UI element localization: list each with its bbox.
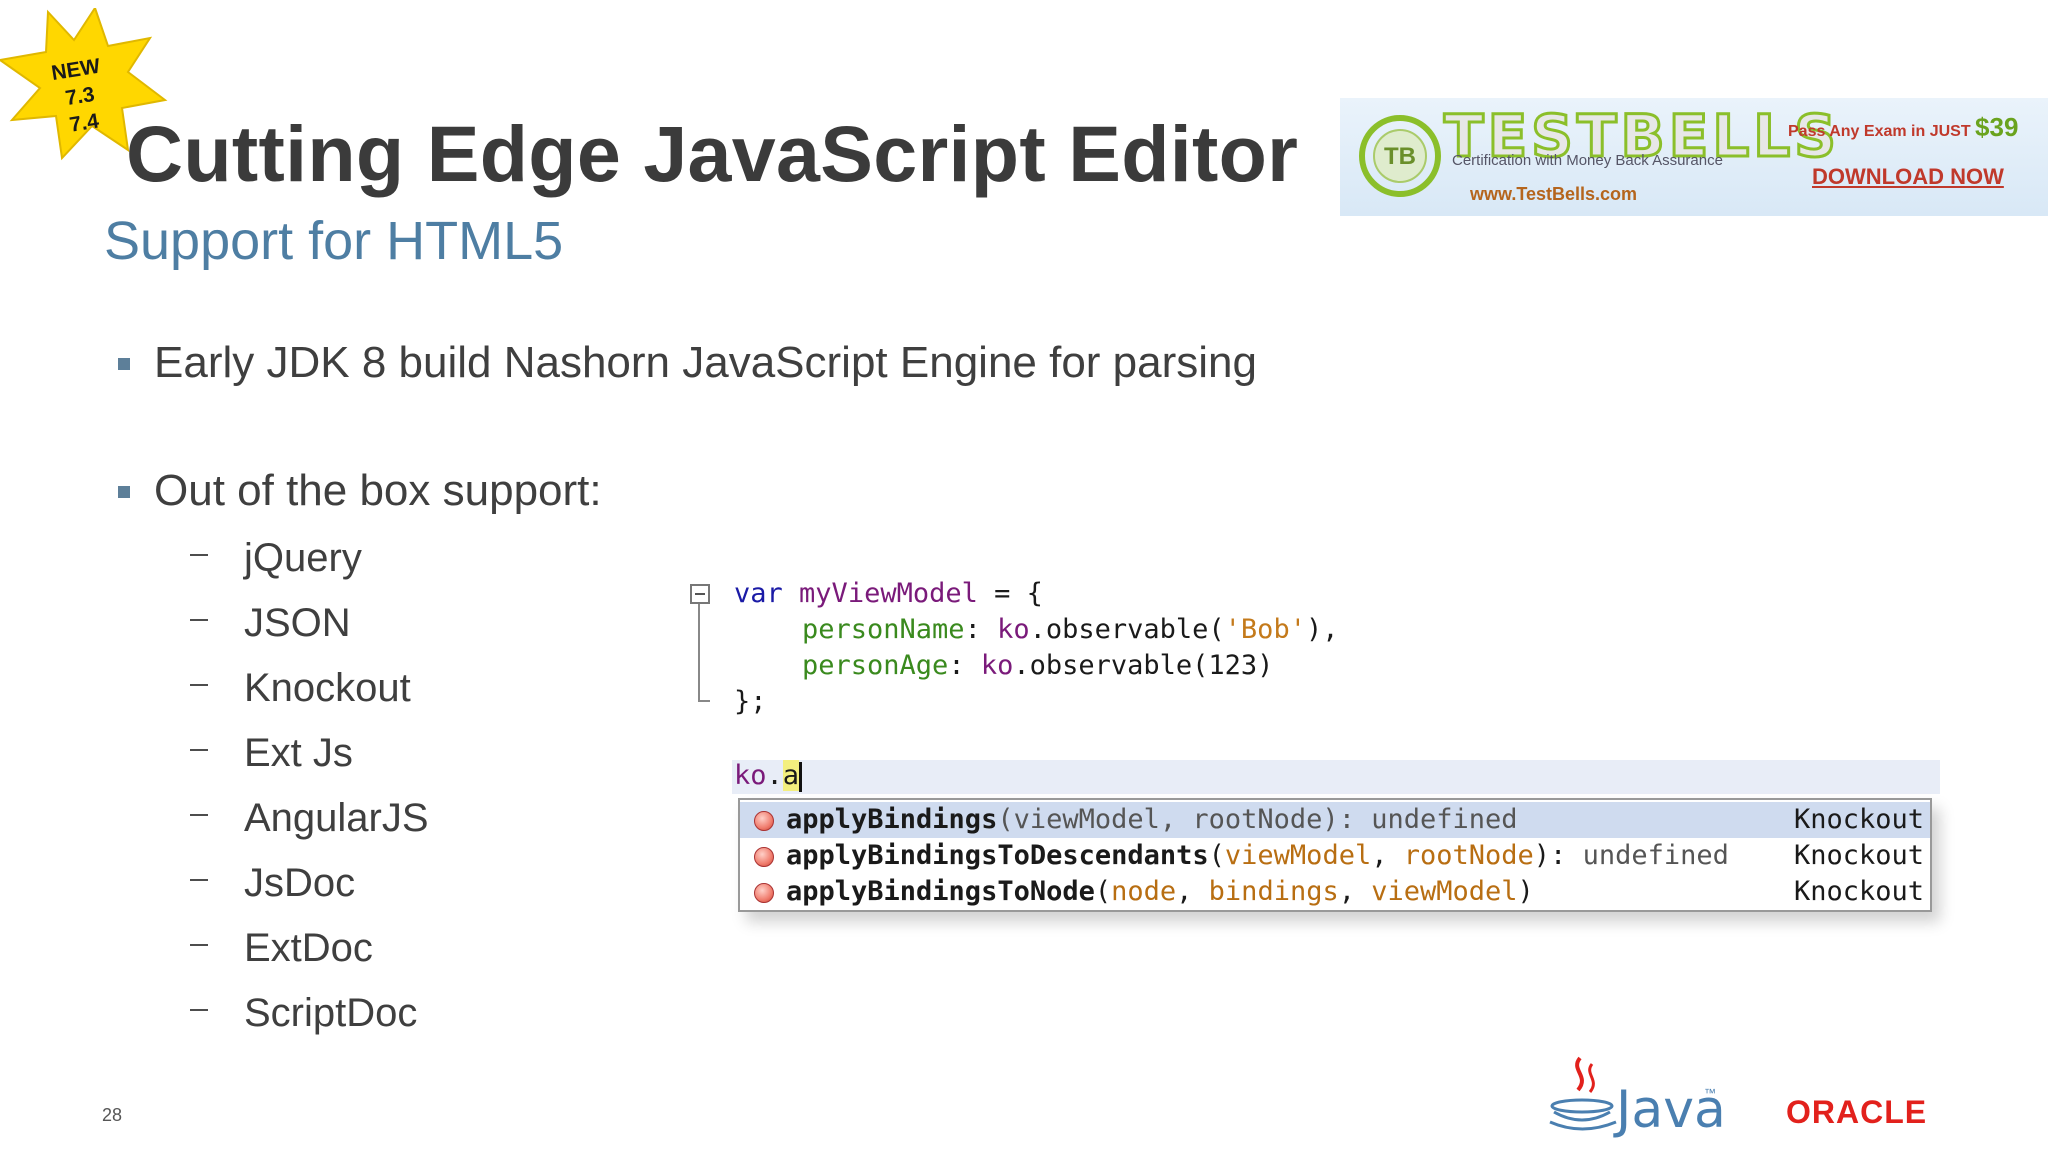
editor-current-line[interactable]: [732, 760, 1940, 794]
text-caret: [799, 761, 803, 792]
bullet-marker: [118, 486, 130, 498]
testbells-logo-icon: TB: [1359, 115, 1441, 197]
badge-text: NEW 7.3 7.4: [49, 54, 102, 137]
ad-url[interactable]: www.TestBells.com: [1470, 184, 1637, 205]
fold-guide-end: [698, 700, 710, 702]
code-completion-popup[interactable]: applyBindings(viewModel, rootNode): unde…: [738, 798, 1932, 912]
method-icon: [754, 811, 774, 831]
oracle-logo: ORACLE: [1786, 1094, 1928, 1130]
slide-title: Cutting Edge JavaScript Editor: [126, 109, 1299, 198]
page-number: 28: [102, 1105, 123, 1125]
ad-tagline: Certification with Money Back Assurance: [1452, 152, 1723, 169]
fold-guide-line: [698, 604, 700, 700]
dash-marker: [190, 684, 208, 686]
code-line-4: };: [734, 686, 767, 717]
dash-marker: [190, 749, 208, 751]
completion-item[interactable]: applyBindingsToNode(node, bindings, view…: [740, 874, 1930, 910]
completion-item[interactable]: applyBindings(viewModel, rootNode): unde…: [740, 802, 1930, 838]
code-line-3: personAge: ko.observable(123): [802, 650, 1274, 681]
bullet-marker: [118, 358, 130, 370]
fold-collapse-icon[interactable]: [690, 584, 710, 604]
method-icon: [754, 847, 774, 867]
svg-text:TB: TB: [1384, 143, 1416, 170]
ad-banner[interactable]: TB TESTBELLS Certification with Money Ba…: [1340, 98, 2048, 216]
download-now-link[interactable]: DOWNLOAD NOW: [1812, 164, 2004, 190]
dash-marker: [190, 814, 208, 816]
code-line-1: var myViewModel = {: [734, 578, 1043, 609]
dash-marker: [190, 554, 208, 556]
java-trademark: ™: [1704, 1086, 1716, 1100]
dash-marker: [190, 1009, 208, 1011]
bullet-text: Out of the box support:: [154, 466, 602, 515]
dash-marker: [190, 619, 208, 621]
code-input-line[interactable]: ko.a: [734, 760, 803, 792]
method-icon: [754, 883, 774, 903]
ad-pass-text: Pass Any Exam in JUST $39: [1788, 112, 2019, 142]
dash-marker: [190, 879, 208, 881]
ad-price: $39: [1975, 112, 2019, 142]
dash-marker: [190, 944, 208, 946]
slide-subtitle: Support for HTML5: [104, 211, 564, 271]
code-line-2: personName: ko.observable('Bob'),: [802, 614, 1339, 645]
completion-item[interactable]: applyBindingsToDescendants(viewModel, ro…: [740, 838, 1930, 874]
bullet-text: Early JDK 8 build Nashorn JavaScript Eng…: [154, 338, 1257, 387]
